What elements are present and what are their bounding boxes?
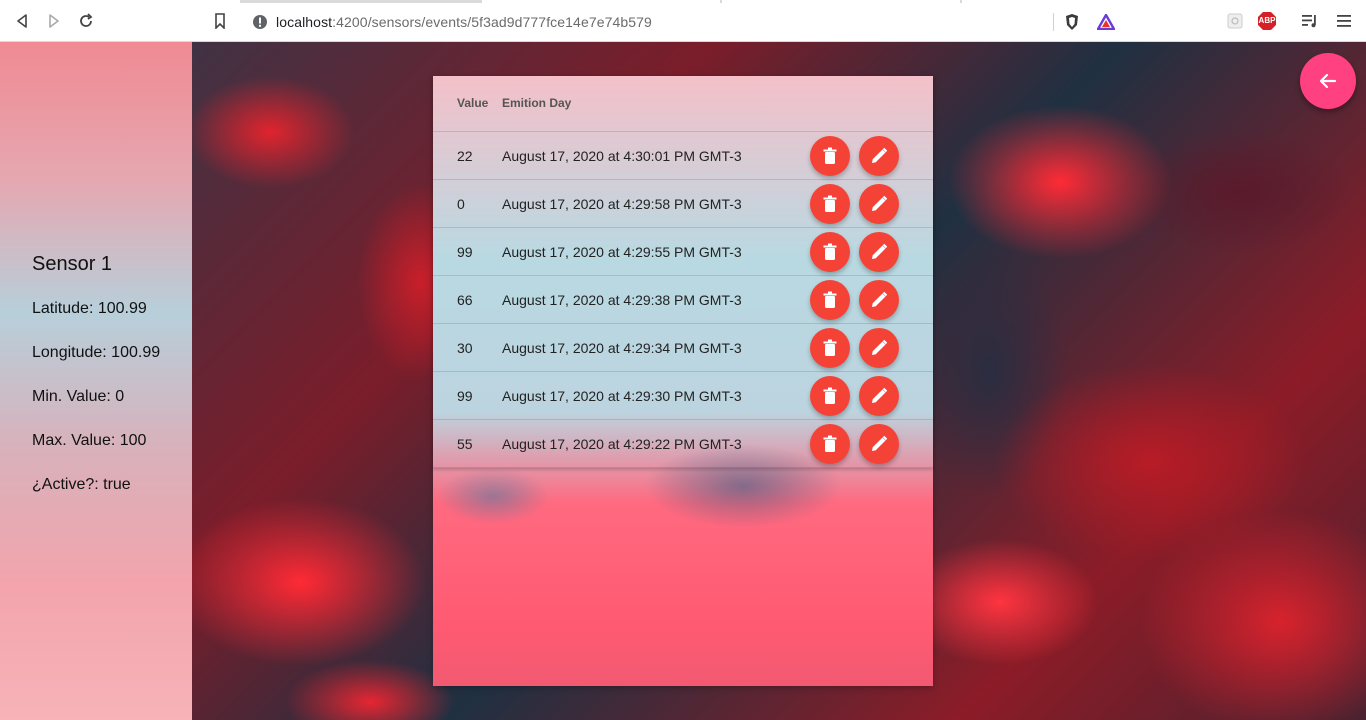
delete-button[interactable] [810,184,850,224]
sensor-longitude: Longitude: 100.99 [32,344,161,361]
delete-icon [822,195,838,213]
address-bar[interactable]: localhost:4200/sensors/events/5f3ad9d777… [242,8,1125,36]
edit-icon [870,243,888,261]
table-row: 66 August 17, 2020 at 4:29:38 PM GMT-3 [433,276,933,324]
delete-button[interactable] [810,424,850,464]
event-emition-day: August 17, 2020 at 4:29:34 PM GMT-3 [502,340,742,356]
table-row: 30 August 17, 2020 at 4:29:34 PM GMT-3 [433,324,933,372]
table-row: 22 August 17, 2020 at 4:30:01 PM GMT-3 [433,132,933,180]
event-emition-day: August 17, 2020 at 4:29:22 PM GMT-3 [502,436,742,452]
address-divider [1053,13,1054,31]
delete-icon [822,339,838,357]
brave-shield-icon[interactable] [1064,13,1080,36]
edit-icon [870,435,888,453]
delete-button[interactable] [810,376,850,416]
sensor-max-value: Max. Value: 100 [32,432,147,449]
tab-strip [0,0,1366,3]
sensor-sidebar: Sensor 1 Latitude: 100.99 Longitude: 100… [0,42,192,720]
delete-icon [822,243,838,261]
edit-icon [870,195,888,213]
delete-icon [822,387,838,405]
delete-icon [822,147,838,165]
arrow-back-icon [1319,73,1337,89]
event-value: 0 [457,196,465,212]
edit-icon [870,291,888,309]
edit-button[interactable] [859,280,899,320]
edit-icon [870,387,888,405]
adblock-icon[interactable]: ABP [1257,11,1277,31]
table-row: 99 August 17, 2020 at 4:29:55 PM GMT-3 [433,228,933,276]
edit-icon [870,339,888,357]
extension-icon[interactable] [1225,11,1245,31]
edit-icon [870,147,888,165]
url-text[interactable]: localhost:4200/sensors/events/5f3ad9d777… [276,14,652,30]
events-table: Value Emition Day 22 August 17, 2020 at 4… [433,76,933,468]
edit-button[interactable] [859,376,899,416]
delete-icon [822,291,838,309]
header-value[interactable]: Value [457,96,488,110]
events-panel: Value Emition Day 22 August 17, 2020 at 4… [433,76,933,686]
reload-icon[interactable] [76,11,96,31]
url-path: :4200/sensors/events/5f3ad9d777fce14e7e7… [332,14,652,30]
adblock-label: ABP [1258,16,1276,25]
delete-button[interactable] [810,280,850,320]
playlist-icon[interactable] [1300,11,1320,31]
edit-button[interactable] [859,424,899,464]
event-value: 99 [457,388,473,404]
event-value: 22 [457,148,473,164]
header-emition-day[interactable]: Emition Day [502,96,571,110]
table-row: 55 August 17, 2020 at 4:29:22 PM GMT-3 [433,420,933,468]
delete-button[interactable] [810,136,850,176]
menu-icon[interactable] [1334,11,1354,31]
back-button[interactable] [1300,53,1356,109]
event-value: 55 [457,436,473,452]
delete-icon [822,435,838,453]
back-icon[interactable] [12,11,32,31]
event-emition-day: August 17, 2020 at 4:29:58 PM GMT-3 [502,196,742,212]
browser-toolbar: localhost:4200/sensors/events/5f3ad9d777… [0,0,1366,42]
event-emition-day: August 17, 2020 at 4:29:38 PM GMT-3 [502,292,742,308]
edit-button[interactable] [859,328,899,368]
info-icon[interactable] [252,14,268,35]
sensor-min-value: Min. Value: 0 [32,388,125,405]
event-value: 30 [457,340,473,356]
sensor-active: ¿Active?: true [32,476,131,493]
table-header: Value Emition Day [433,76,933,132]
event-emition-day: August 17, 2020 at 4:29:55 PM GMT-3 [502,244,742,260]
delete-button[interactable] [810,232,850,272]
url-host: localhost [276,14,333,30]
edit-button[interactable] [859,136,899,176]
forward-icon[interactable] [44,11,64,31]
delete-button[interactable] [810,328,850,368]
event-value: 99 [457,244,473,260]
brave-rewards-icon[interactable] [1095,12,1117,35]
edit-button[interactable] [859,232,899,272]
event-value: 66 [457,292,473,308]
page-content: Sensor 1 Latitude: 100.99 Longitude: 100… [0,42,1366,720]
table-row: 0 August 17, 2020 at 4:29:58 PM GMT-3 [433,180,933,228]
bookmark-icon[interactable] [210,11,230,31]
table-row: 99 August 17, 2020 at 4:29:30 PM GMT-3 [433,372,933,420]
edit-button[interactable] [859,184,899,224]
sensor-latitude: Latitude: 100.99 [32,300,147,317]
sensor-title: Sensor 1 [32,253,113,275]
event-emition-day: August 17, 2020 at 4:29:30 PM GMT-3 [502,388,742,404]
event-emition-day: August 17, 2020 at 4:30:01 PM GMT-3 [502,148,742,164]
